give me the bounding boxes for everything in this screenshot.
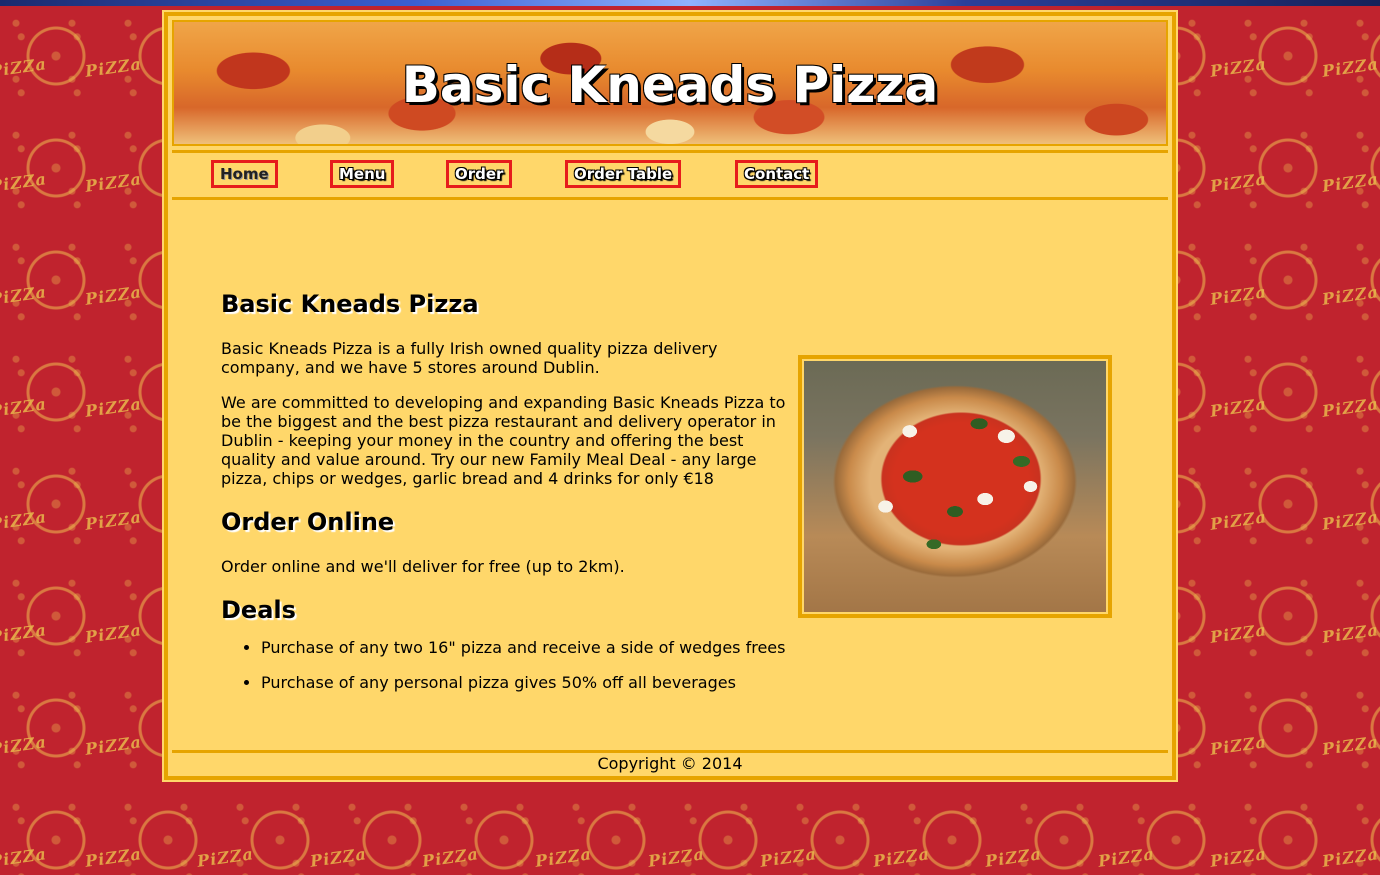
intro-paragraph: Basic Kneads Pizza is a fully Irish owne… [221, 339, 718, 377]
nav-contact-link[interactable]: Contact [735, 160, 819, 188]
background-pizza-word: PiZZa [1096, 844, 1156, 871]
deals-list: Purchase of any two 16" pizza and receiv… [229, 638, 785, 708]
background-pizza-word: PiZZa [1208, 620, 1268, 647]
main-heading: Basic Kneads Pizza [221, 290, 479, 318]
nav-home-link[interactable]: Home [211, 160, 278, 188]
background-pizza-word: PiZZa [0, 620, 48, 647]
site-title: Basic Kneads Pizza [401, 56, 939, 114]
background-pizza-word: PiZZa [758, 844, 818, 871]
background-pizza-word: PiZZa [0, 844, 48, 871]
background-pizza-word: PiZZa [983, 844, 1043, 871]
background-pizza-word: PiZZa [0, 507, 48, 534]
background-pizza-word: PiZZa [83, 620, 143, 647]
background-pizza-word: PiZZa [1320, 507, 1380, 534]
background-pizza-word: PiZZa [1320, 282, 1380, 309]
background-pizza-word: PiZZa [1320, 620, 1380, 647]
background-pizza-word: PiZZa [1320, 169, 1380, 196]
nav-order-link[interactable]: Order [446, 160, 513, 188]
nav-menu-link[interactable]: Menu [330, 160, 395, 188]
background-pizza-word: PiZZa [1208, 394, 1268, 421]
background-pizza-word: PiZZa [0, 54, 48, 81]
background-pizza-word: PiZZa [0, 732, 48, 759]
background-pizza-word: PiZZa [1208, 507, 1268, 534]
background-pizza-word: PiZZa [83, 844, 143, 871]
background-pizza-word: PiZZa [420, 844, 480, 871]
background-pizza-word: PiZZa [0, 282, 48, 309]
order-online-heading: Order Online [221, 508, 395, 536]
background-pizza-word: PiZZa [83, 732, 143, 759]
background-pizza-word: PiZZa [1320, 732, 1380, 759]
background-pizza-word: PiZZa [533, 844, 593, 871]
nav-order-table-link[interactable]: Order Table [565, 160, 682, 188]
background-pizza-word: PiZZa [1320, 394, 1380, 421]
background-pizza-word: PiZZa [83, 54, 143, 81]
page-container: Basic Kneads Pizza Home Menu Order Order… [162, 10, 1178, 782]
copyright-text: Copyright © 2014 [597, 754, 743, 773]
background-pizza-word: PiZZa [0, 394, 48, 421]
pizza-photo-frame [798, 355, 1112, 618]
footer: Copyright © 2014 [172, 750, 1168, 776]
background-pizza-word: PiZZa [1208, 169, 1268, 196]
background-pizza-word: PiZZa [83, 394, 143, 421]
background-pizza-word: PiZZa [195, 844, 255, 871]
deals-heading: Deals [221, 596, 296, 624]
background-pizza-word: PiZZa [1320, 54, 1380, 81]
background-pizza-word: PiZZa [1208, 732, 1268, 759]
background-pizza-word: PiZZa [871, 844, 931, 871]
pizza-photo [804, 361, 1106, 612]
main-nav: Home Menu Order Order Table Contact [172, 150, 1168, 200]
main-content: Basic Kneads Pizza Basic Kneads Pizza is… [172, 200, 1168, 744]
background-pizza-word: PiZZa [308, 844, 368, 871]
background-pizza-word: PiZZa [83, 282, 143, 309]
background-pizza-word: PiZZa [646, 844, 706, 871]
background-pizza-word: PiZZa [1208, 54, 1268, 81]
background-pizza-word: PiZZa [83, 169, 143, 196]
page: { "site": { "title": "Basic Kneads Pizza… [0, 0, 1380, 875]
header-banner: Basic Kneads Pizza [172, 20, 1168, 146]
background-pizza-word: PiZZa [1208, 844, 1268, 871]
deal-item: Purchase of any personal pizza gives 50%… [261, 673, 785, 692]
about-paragraph: We are committed to developing and expan… [221, 393, 786, 488]
browser-top-strip [0, 0, 1380, 6]
order-online-text: Order online and we'll deliver for free … [221, 557, 625, 576]
background-pizza-word: PiZZa [1208, 282, 1268, 309]
deal-item: Purchase of any two 16" pizza and receiv… [261, 638, 785, 657]
background-pizza-word: PiZZa [1320, 844, 1380, 871]
background-pizza-word: PiZZa [83, 507, 143, 534]
background-pizza-word: PiZZa [0, 169, 48, 196]
